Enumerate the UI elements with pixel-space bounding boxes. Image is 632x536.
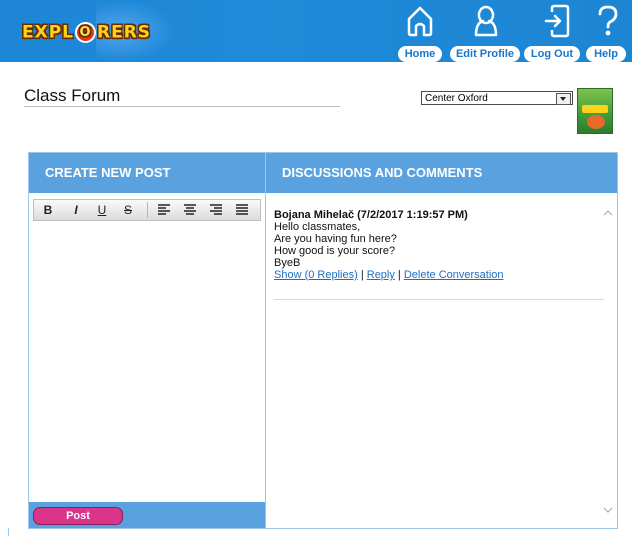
action-separator: |: [394, 269, 404, 281]
logout-icon[interactable]: [543, 4, 571, 38]
scroll-down-icon[interactable]: [603, 506, 613, 514]
underline-icon[interactable]: U: [94, 202, 110, 218]
italic-icon[interactable]: I: [68, 202, 84, 218]
class-select-value: Center Oxford: [425, 93, 488, 104]
page-title: Class Forum: [24, 86, 121, 105]
page-title-underline: Class Forum: [24, 86, 340, 107]
user-icon[interactable]: [472, 4, 500, 38]
align-right-icon[interactable]: [208, 202, 224, 218]
forum-panel: CREATE NEW POST B I U S Post DISCUSSIONS…: [28, 152, 618, 529]
post-bar: Post: [29, 502, 265, 528]
post-line: ByeB: [274, 257, 301, 269]
post-editor[interactable]: [33, 223, 261, 501]
post-line: Hello classmates,: [274, 221, 361, 233]
post-button[interactable]: Post: [33, 507, 123, 525]
bold-icon[interactable]: B: [40, 202, 56, 218]
home-button[interactable]: Home: [398, 46, 442, 62]
action-separator: |: [357, 269, 367, 281]
class-select[interactable]: Center Oxford: [421, 91, 573, 105]
post-divider: [274, 299, 604, 300]
post-author: Bojana Mihelač (7/2/2017 1:19:57 PM): [274, 209, 468, 221]
log-out-button[interactable]: Log Out: [524, 46, 580, 62]
chevron-down-icon[interactable]: [556, 93, 571, 105]
show-replies-link[interactable]: Show (0 Replies): [274, 269, 358, 281]
justify-icon[interactable]: [234, 202, 250, 218]
discussions-heading: DISCUSSIONS AND COMMENTS: [266, 153, 617, 193]
create-post-column: CREATE NEW POST B I U S Post: [29, 153, 266, 528]
strikethrough-icon[interactable]: S: [120, 202, 136, 218]
scroll-up-icon[interactable]: [603, 209, 613, 217]
delete-conversation-link[interactable]: Delete Conversation: [404, 269, 504, 281]
align-left-icon[interactable]: [156, 202, 172, 218]
explorers-logo[interactable]: EXPL O RERS: [22, 22, 151, 43]
create-post-heading: CREATE NEW POST: [29, 153, 265, 193]
align-center-icon[interactable]: [182, 202, 198, 218]
editor-toolbar: B I U S: [33, 199, 261, 221]
help-icon[interactable]: [594, 4, 622, 38]
book-cover-icon: [577, 88, 613, 134]
edit-profile-button[interactable]: Edit Profile: [450, 46, 520, 62]
help-button[interactable]: Help: [586, 46, 626, 62]
post-actions: Show (0 Replies) | Reply | Delete Conver…: [274, 269, 604, 281]
reply-link[interactable]: Reply: [367, 269, 395, 281]
home-icon[interactable]: [406, 4, 434, 38]
discussions-column: DISCUSSIONS AND COMMENTS Bojana Mihelač …: [266, 153, 617, 528]
post-line: Are you having fun here?: [274, 233, 397, 245]
discussion-post: Bojana Mihelač (7/2/2017 1:19:57 PM) Hel…: [274, 209, 604, 281]
page-left-edge: [8, 528, 9, 536]
app-header: EXPL O RERS Home Edit Profile Log Out Help: [0, 0, 632, 62]
post-line: How good is your score?: [274, 245, 396, 257]
toolbar-separator: [147, 202, 148, 218]
